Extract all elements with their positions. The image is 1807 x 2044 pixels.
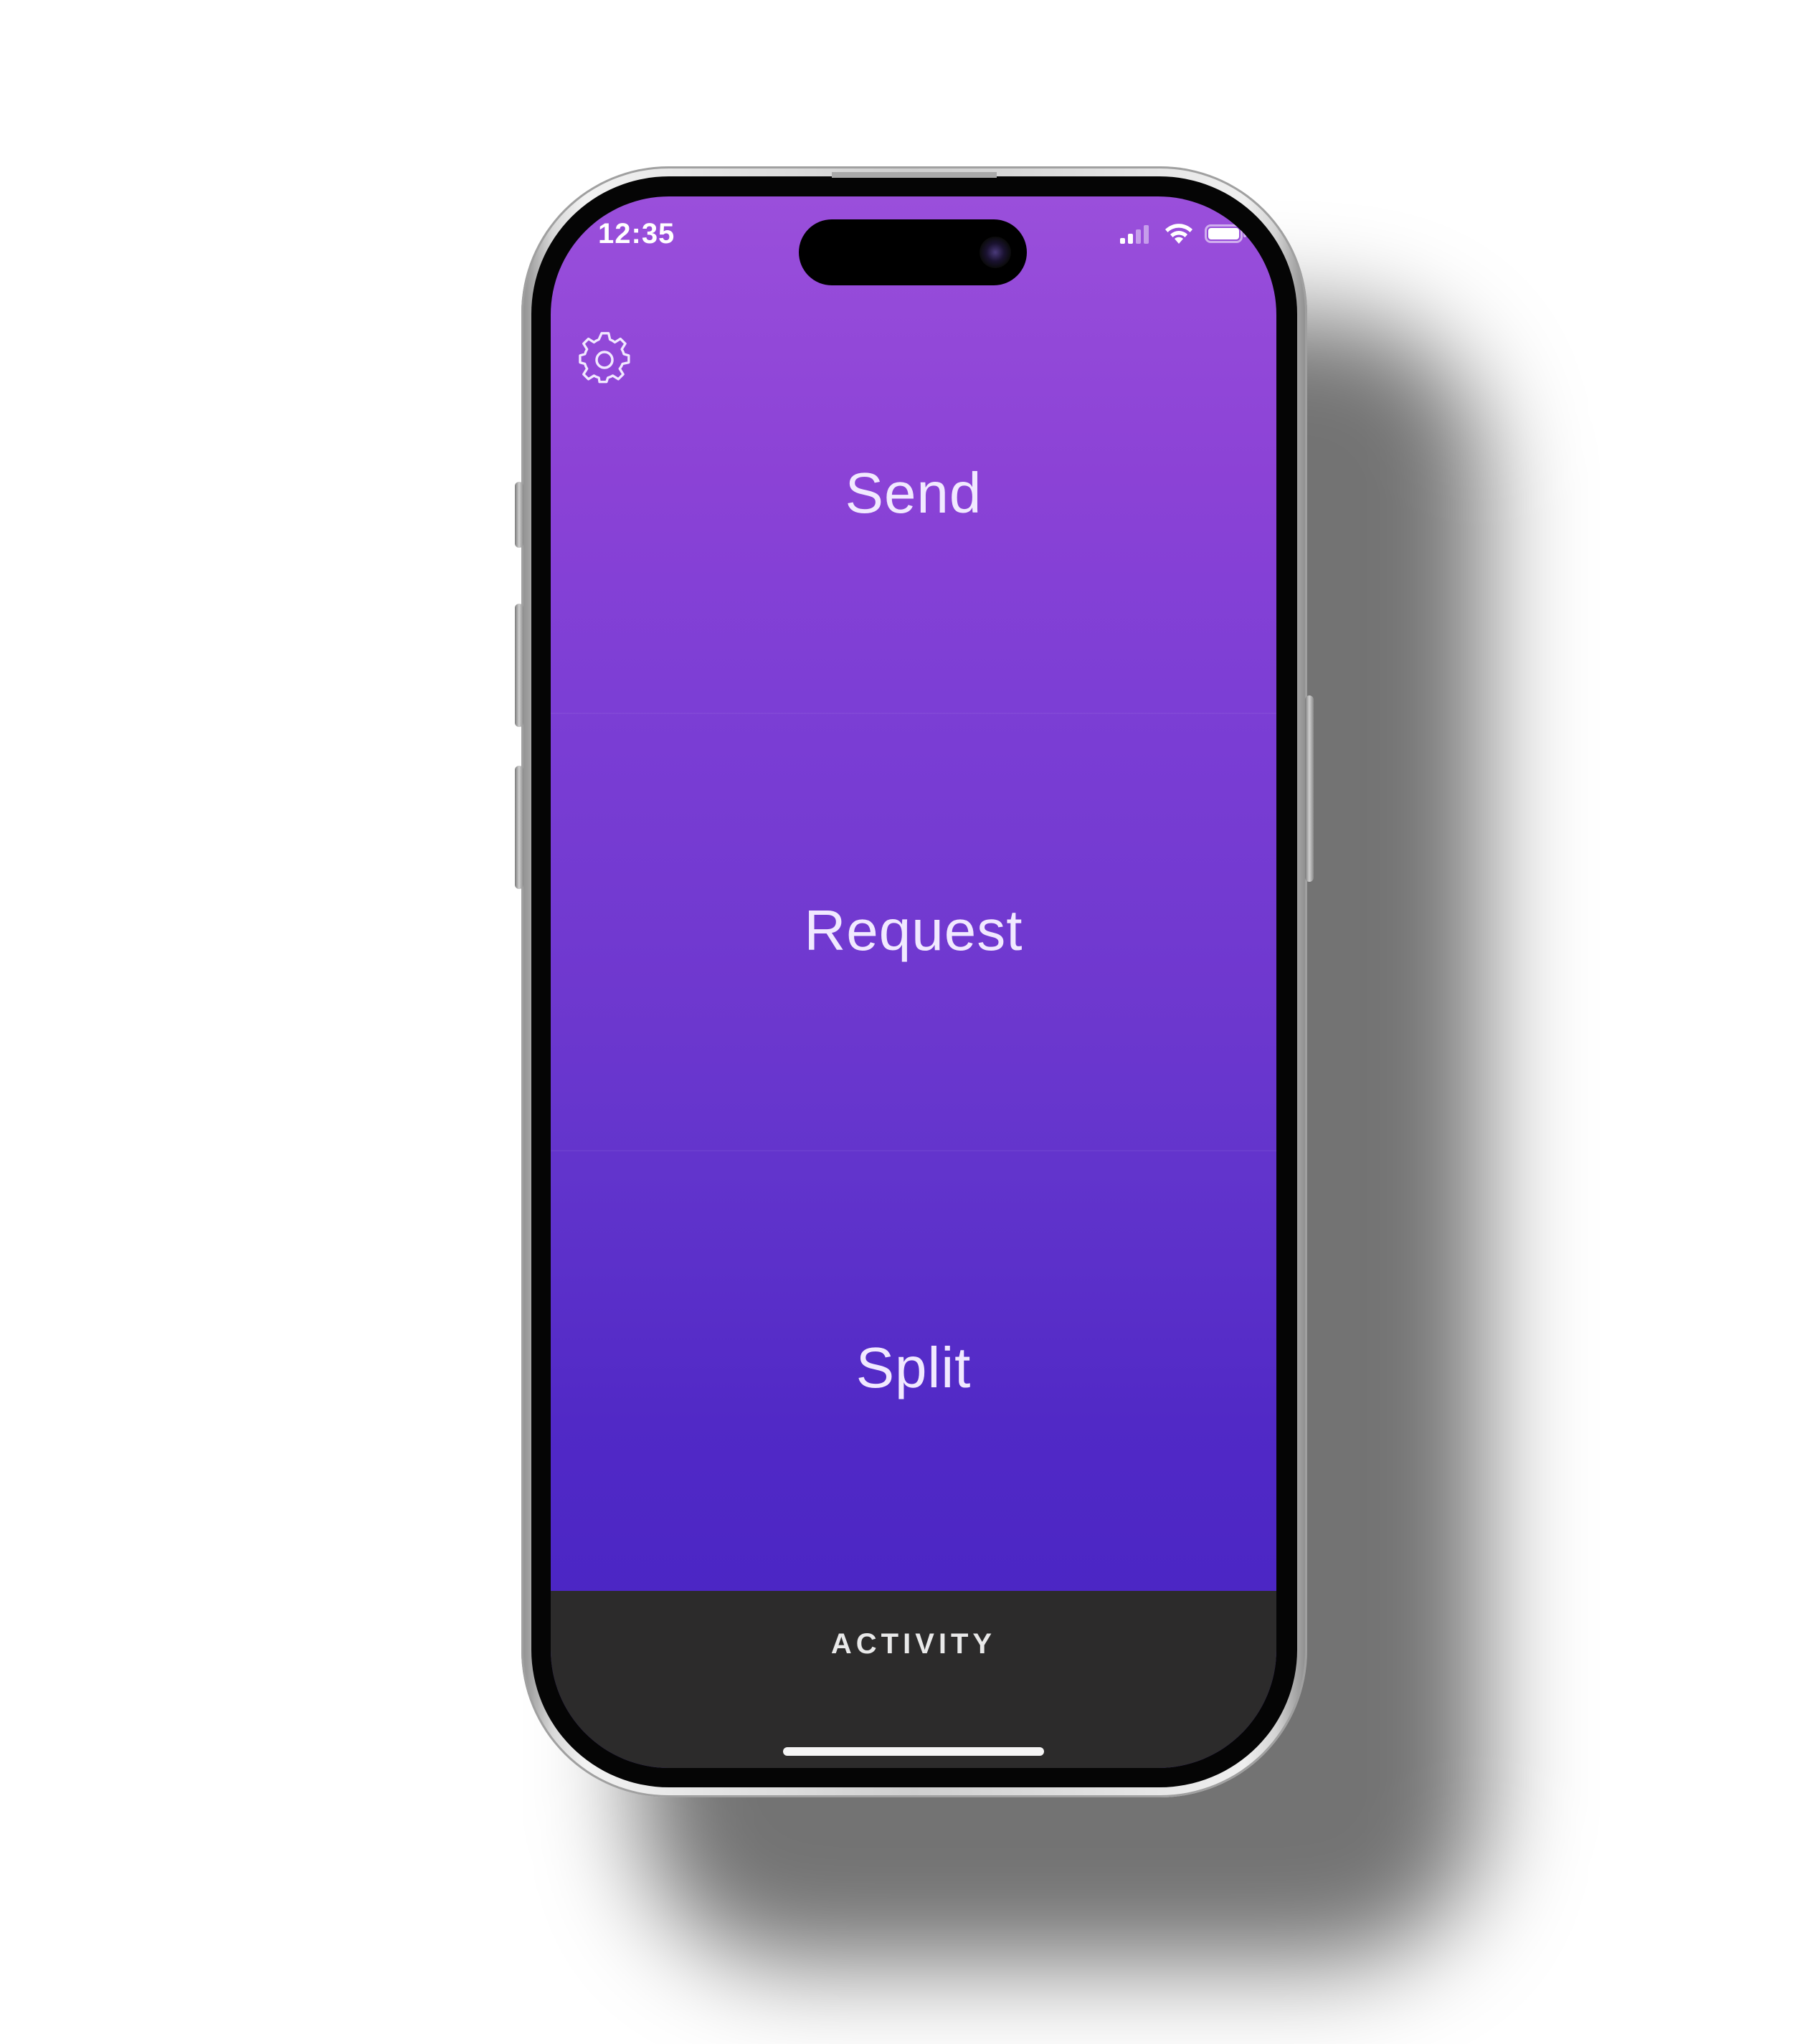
action-button bbox=[515, 482, 523, 548]
battery-icon bbox=[1205, 223, 1248, 248]
section-divider bbox=[551, 1150, 1276, 1151]
app-screen: 12:35 Send Request Split ACTIVITY bbox=[551, 196, 1276, 1768]
mockup-stage: 12:35 Send Request Split ACTIVITY bbox=[0, 0, 1807, 2044]
request-button[interactable]: Request bbox=[551, 898, 1276, 964]
home-indicator[interactable] bbox=[783, 1747, 1044, 1756]
volume-up-button bbox=[515, 604, 523, 727]
split-button[interactable]: Split bbox=[551, 1335, 1276, 1401]
settings-button[interactable] bbox=[575, 330, 635, 390]
gear-icon bbox=[578, 331, 632, 389]
power-button bbox=[1305, 695, 1314, 882]
activity-label: ACTIVITY bbox=[830, 1628, 997, 1660]
send-button[interactable]: Send bbox=[551, 460, 1276, 526]
front-camera-icon bbox=[980, 237, 1011, 268]
status-time: 12:35 bbox=[598, 218, 675, 249]
cellular-signal-icon bbox=[1119, 224, 1153, 247]
antenna-band bbox=[832, 172, 997, 178]
status-icons bbox=[1119, 221, 1248, 249]
dynamic-island bbox=[799, 219, 1027, 285]
wifi-icon bbox=[1163, 222, 1195, 249]
volume-down-button bbox=[515, 766, 523, 889]
section-divider bbox=[551, 713, 1276, 714]
activity-bar[interactable]: ACTIVITY bbox=[551, 1591, 1276, 1768]
